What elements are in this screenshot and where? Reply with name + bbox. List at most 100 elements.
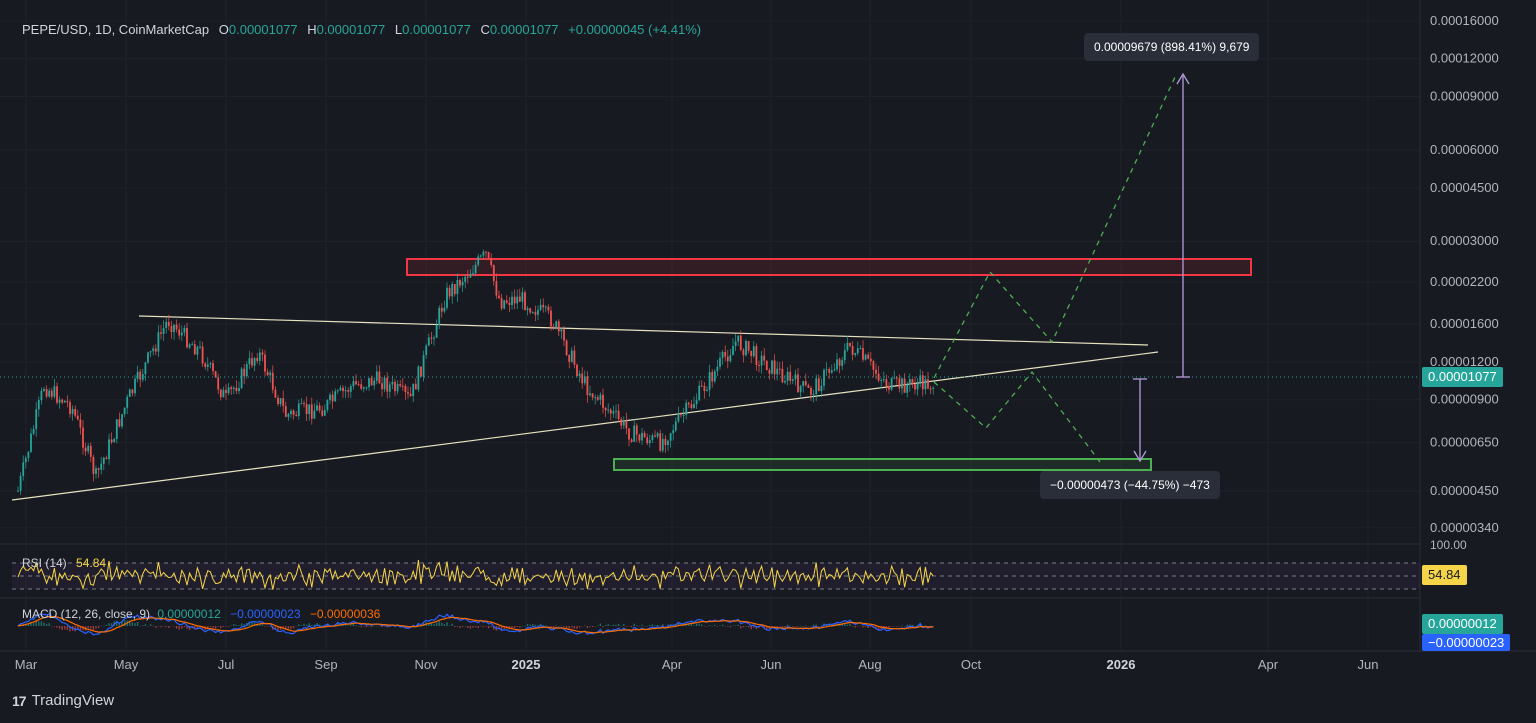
bullish-projection[interactable] — [933, 74, 1177, 379]
macd-hist-bar — [461, 626, 464, 627]
candle-body — [505, 300, 508, 303]
macd-hist-bar — [391, 625, 394, 627]
candle-body — [58, 399, 61, 403]
macd-hist-bar — [591, 626, 594, 628]
macd-hist-bar — [303, 623, 305, 626]
candle-body — [895, 377, 898, 379]
candle-body — [126, 396, 129, 408]
candle-body — [570, 350, 573, 362]
candle-body — [113, 439, 116, 443]
resistance-zone[interactable] — [406, 258, 1252, 276]
candle-body — [318, 405, 321, 411]
candle-body — [817, 378, 820, 392]
candle-body — [92, 456, 95, 474]
candle-body — [232, 387, 235, 390]
candle-body — [261, 352, 264, 355]
macd-legend[interactable]: MACD (12, 26, close, 9) 0.00000012 −0.00… — [22, 607, 380, 621]
candle-body — [713, 371, 716, 382]
rsi-legend[interactable]: RSI (14) 54.84 — [22, 556, 106, 570]
macd-hist-bar — [173, 626, 175, 627]
macd-hist-bar — [594, 626, 596, 627]
candle-body — [100, 463, 103, 470]
macd-hist-bar — [849, 623, 851, 626]
candle-body — [414, 383, 417, 390]
symbol-legend[interactable]: PEPE/USD, 1D, CoinMarketCap O0.00001077 … — [22, 22, 701, 37]
candle-body — [804, 381, 807, 386]
macd-hist-bar — [914, 626, 916, 627]
candle-body — [789, 371, 792, 381]
time-axis[interactable]: Mar May Jul Sep Nov 2025 Apr Jun Aug Oct 2026 Apr Ju… — [15, 657, 1379, 672]
candle-body — [430, 337, 433, 339]
candle-body — [269, 372, 272, 376]
candle-body — [758, 364, 760, 366]
candle-body — [550, 310, 552, 327]
macd-hist-bar — [305, 624, 308, 626]
candle-body — [877, 373, 880, 381]
macd-hist-bar — [441, 622, 443, 626]
price-axis[interactable]: 0.00016000 0.00012000 0.00009000 0.00006000… — [1430, 13, 1499, 535]
macd-hist-bar — [160, 626, 162, 628]
candle-body — [433, 337, 435, 339]
macd-hist-bar — [264, 626, 266, 627]
candle-body — [167, 322, 170, 326]
macd-hist-bar — [287, 626, 290, 629]
candle-body — [24, 457, 27, 463]
candle-body — [672, 430, 675, 434]
measure-up-arrow[interactable] — [1176, 72, 1190, 378]
candle-body — [921, 375, 924, 390]
candle-body — [230, 387, 233, 390]
macd-hist-bar — [43, 622, 45, 626]
macd-hist-bar — [604, 625, 607, 626]
candle-body — [365, 387, 368, 389]
candle-body — [682, 415, 685, 417]
candle-body — [477, 256, 480, 265]
macd-hist-bar — [446, 622, 448, 626]
candle-body — [165, 322, 168, 328]
macd-hist-bar — [139, 626, 141, 627]
candle-body — [654, 435, 656, 437]
candle-body — [204, 363, 207, 367]
candle-body — [50, 390, 53, 397]
candle-body — [71, 408, 74, 414]
x-tick-label: 2026 — [1107, 657, 1136, 672]
x-tick-label: May — [114, 657, 139, 672]
candle-body — [924, 379, 927, 390]
macd-hist-bar — [363, 626, 365, 627]
candle-body — [303, 403, 305, 405]
candle-body — [589, 393, 591, 396]
candle-body — [648, 440, 651, 444]
candle-body — [440, 307, 443, 312]
macd-hist-bar — [435, 622, 438, 626]
candle-body — [882, 379, 885, 381]
macd-hist-bar — [464, 625, 466, 627]
candle-body — [386, 377, 389, 392]
tradingview-brand[interactable]: 17 TradingView — [12, 692, 114, 709]
candle-body — [173, 324, 175, 333]
candle-body — [599, 394, 602, 400]
candle-body — [687, 402, 690, 405]
upper-trendline[interactable] — [138, 315, 1149, 346]
macd-hist-tag: 0.00000012 — [1422, 614, 1503, 634]
macd-hist-bar — [227, 626, 230, 627]
candle-body — [929, 388, 932, 390]
candle-body — [134, 378, 136, 394]
close-label: C — [480, 22, 490, 37]
candle-body — [383, 377, 386, 390]
bearish-projection[interactable] — [933, 370, 1101, 463]
symbol-name[interactable]: PEPE/USD, 1D, CoinMarketCap — [22, 22, 209, 37]
current-price-tag: 0.00001077 — [1422, 367, 1503, 387]
macd-hist-bar — [742, 626, 745, 628]
candle-body — [732, 346, 734, 356]
macd-hist-bar — [771, 626, 773, 627]
support-zone[interactable] — [613, 458, 1152, 471]
macd-hist-bar — [365, 626, 368, 628]
grid-lines — [0, 0, 1420, 651]
macd-hist-bar — [810, 626, 812, 627]
candle-body — [466, 276, 469, 278]
macd-hist-bar — [225, 626, 227, 627]
candle-body — [105, 457, 108, 460]
macd-hist-bar — [714, 624, 716, 626]
macd-hist-bar — [97, 626, 100, 629]
measure-down-arrow[interactable] — [1133, 378, 1147, 463]
candle-body — [906, 384, 909, 393]
